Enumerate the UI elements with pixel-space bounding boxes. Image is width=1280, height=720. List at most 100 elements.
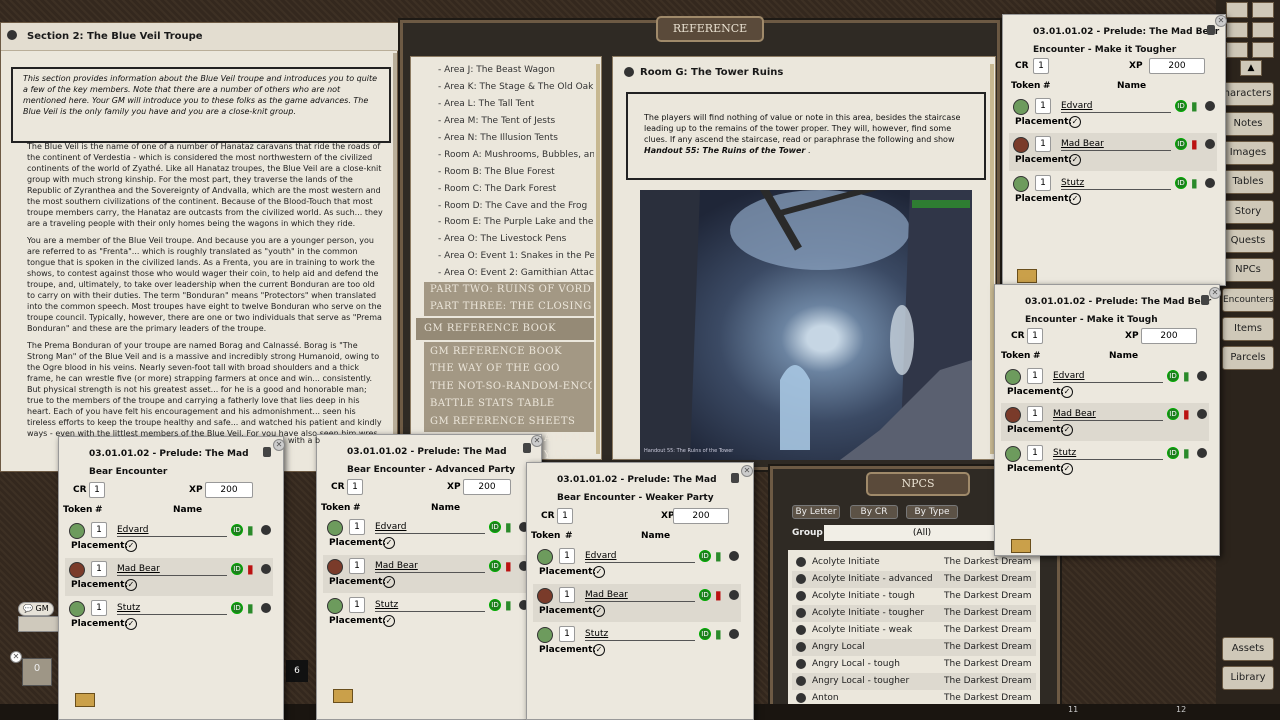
link-icon[interactable] xyxy=(1197,371,1207,381)
placement-check-icon[interactable]: ✓ xyxy=(383,615,395,627)
combatant-name[interactable]: Mad Bear xyxy=(375,561,485,573)
npcs-tab-by-type[interactable]: By Type xyxy=(906,505,958,519)
ref-header[interactable]: THE NOT-SO-RANDOM-ENCO xyxy=(430,381,592,392)
npc-row[interactable]: Acolyte Initiate - weakThe Darkest Dream xyxy=(792,622,1036,639)
combatant-row[interactable]: 1StutzID▮Placement:✓ xyxy=(1009,172,1217,210)
close-icon[interactable]: ✕ xyxy=(10,651,22,663)
link-icon[interactable] xyxy=(1205,101,1215,111)
mail-icon[interactable] xyxy=(1011,539,1031,553)
toolbar-icon[interactable] xyxy=(1226,42,1248,58)
ref-item[interactable]: - Area O: Event 2: Gamithian Attack xyxy=(438,268,594,278)
combatant-row[interactable]: 1StutzID▮Placement:✓ xyxy=(533,623,741,661)
combatant-count[interactable]: 1 xyxy=(91,561,107,577)
placement-check-icon[interactable]: ✓ xyxy=(593,644,605,656)
sidebar-npcs[interactable]: NPCs xyxy=(1222,258,1274,282)
combatant-row[interactable]: 1EdvardID▮Placement:✓ xyxy=(65,519,273,557)
room-handout-link[interactable]: Handout 55: The Ruins of the Tower xyxy=(644,146,805,155)
ref-item[interactable]: - Area N: The Illusion Tents xyxy=(438,133,594,143)
friend-icon[interactable]: ▮ xyxy=(1191,176,1201,190)
friend-icon[interactable]: ▮ xyxy=(1183,446,1193,460)
ref-header[interactable]: PART TWO: RUINS OF VORDRU xyxy=(430,284,592,295)
combatant-name[interactable]: Mad Bear xyxy=(585,590,695,602)
d6-icon[interactable]: 6 xyxy=(286,660,308,682)
token-icon[interactable] xyxy=(327,598,343,614)
combatant-count[interactable]: 1 xyxy=(1027,445,1043,461)
token-icon[interactable] xyxy=(537,588,553,604)
link-icon[interactable] xyxy=(1205,139,1215,149)
id-icon[interactable]: ID xyxy=(1167,447,1179,459)
id-icon[interactable]: ID xyxy=(699,589,711,601)
ref-header[interactable]: GM REFERENCE SHEETS xyxy=(430,416,592,427)
ref-item[interactable]: - Room E: The Purple Lake and the Steppi… xyxy=(438,217,594,227)
id-icon[interactable]: ID xyxy=(231,602,243,614)
combatant-count[interactable]: 1 xyxy=(349,597,365,613)
id-icon[interactable]: ID xyxy=(231,524,243,536)
combatant-name[interactable]: Stutz xyxy=(1053,448,1163,460)
foe-icon[interactable]: ▮ xyxy=(247,562,257,576)
toolbar-icon[interactable] xyxy=(1226,2,1248,18)
ref-item[interactable]: - Area M: The Tent of Jests xyxy=(438,116,594,126)
combatant-name[interactable]: Mad Bear xyxy=(1053,409,1163,421)
sidebar-images[interactable]: Images xyxy=(1222,141,1274,165)
combatant-count[interactable]: 1 xyxy=(1035,136,1051,152)
token-icon[interactable] xyxy=(1013,99,1029,115)
id-icon[interactable]: ID xyxy=(1167,408,1179,420)
combatant-row[interactable]: 1Mad BearID▮Placement:✓ xyxy=(323,555,531,593)
id-icon[interactable]: ID xyxy=(699,628,711,640)
token-icon[interactable] xyxy=(327,520,343,536)
combatant-name[interactable]: Edvard xyxy=(1053,371,1163,383)
link-icon[interactable] xyxy=(729,590,739,600)
cr-value[interactable]: 1 xyxy=(89,482,105,498)
lock-icon[interactable] xyxy=(1207,25,1215,35)
mail-icon[interactable] xyxy=(333,689,353,703)
placement-check-icon[interactable]: ✓ xyxy=(593,605,605,617)
combatant-name[interactable]: Stutz xyxy=(1061,178,1171,190)
lock-icon[interactable] xyxy=(523,443,531,453)
friend-icon[interactable]: ▮ xyxy=(715,627,725,641)
npc-row[interactable]: Angry LocalThe Darkest Dream xyxy=(792,639,1036,656)
placement-check-icon[interactable]: ✓ xyxy=(125,540,137,552)
foe-icon[interactable]: ▮ xyxy=(505,559,515,573)
token-icon[interactable] xyxy=(69,523,85,539)
token-icon[interactable] xyxy=(537,549,553,565)
placement-check-icon[interactable]: ✓ xyxy=(1069,193,1081,205)
close-icon[interactable]: ✕ xyxy=(741,465,753,477)
id-icon[interactable]: ID xyxy=(489,560,501,572)
up-arrow-icon[interactable]: ▲ xyxy=(1240,60,1262,76)
ref-header-selected[interactable]: GM REFERENCE BOOK xyxy=(424,323,586,334)
combatant-name[interactable]: Stutz xyxy=(585,629,695,641)
sidebar-characters[interactable]: Characters xyxy=(1222,82,1274,106)
combatant-count[interactable]: 1 xyxy=(559,587,575,603)
combatant-count[interactable]: 1 xyxy=(1035,98,1051,114)
close-icon[interactable]: ✕ xyxy=(1209,287,1221,299)
foe-icon[interactable]: ▮ xyxy=(1183,407,1193,421)
ref-item[interactable]: - Area O: The Livestock Pens xyxy=(438,234,594,244)
token-icon[interactable] xyxy=(69,601,85,617)
combatant-name[interactable]: Edvard xyxy=(117,525,227,537)
toolbar-icon[interactable] xyxy=(1252,22,1274,38)
ref-header[interactable]: THE WAY OF THE GOO xyxy=(430,363,592,374)
id-icon[interactable]: ID xyxy=(1175,100,1187,112)
combatant-count[interactable]: 1 xyxy=(559,548,575,564)
id-icon[interactable]: ID xyxy=(489,521,501,533)
sidebar-notes[interactable]: Notes xyxy=(1222,112,1274,136)
mail-icon[interactable] xyxy=(1017,269,1037,283)
toolbar-icon[interactable] xyxy=(1226,22,1248,38)
combatant-count[interactable]: 1 xyxy=(349,519,365,535)
ref-item[interactable]: - Area K: The Stage & The Old Oak xyxy=(438,82,594,92)
close-icon[interactable]: ✕ xyxy=(531,435,543,447)
link-icon[interactable] xyxy=(729,629,739,639)
ref-item[interactable]: - Room A: Mushrooms, Bubbles, and a Stra xyxy=(438,150,594,160)
placement-check-icon[interactable]: ✓ xyxy=(1069,116,1081,128)
modifier-box[interactable]: 0 xyxy=(22,658,52,686)
ref-item[interactable]: - Area O: Event 1: Snakes in the Pen xyxy=(438,251,594,261)
id-icon[interactable]: ID xyxy=(489,599,501,611)
token-icon[interactable] xyxy=(1005,446,1021,462)
placement-check-icon[interactable]: ✓ xyxy=(593,566,605,578)
link-icon[interactable] xyxy=(1197,448,1207,458)
npc-row[interactable]: Acolyte InitiateThe Darkest Dream xyxy=(792,554,1036,571)
xp-value[interactable]: 200 xyxy=(463,479,511,495)
combatant-name[interactable]: Mad Bear xyxy=(1061,139,1171,151)
npc-row[interactable]: Angry Local - tougherThe Darkest Dream xyxy=(792,673,1036,690)
combatant-name[interactable]: Stutz xyxy=(117,603,227,615)
